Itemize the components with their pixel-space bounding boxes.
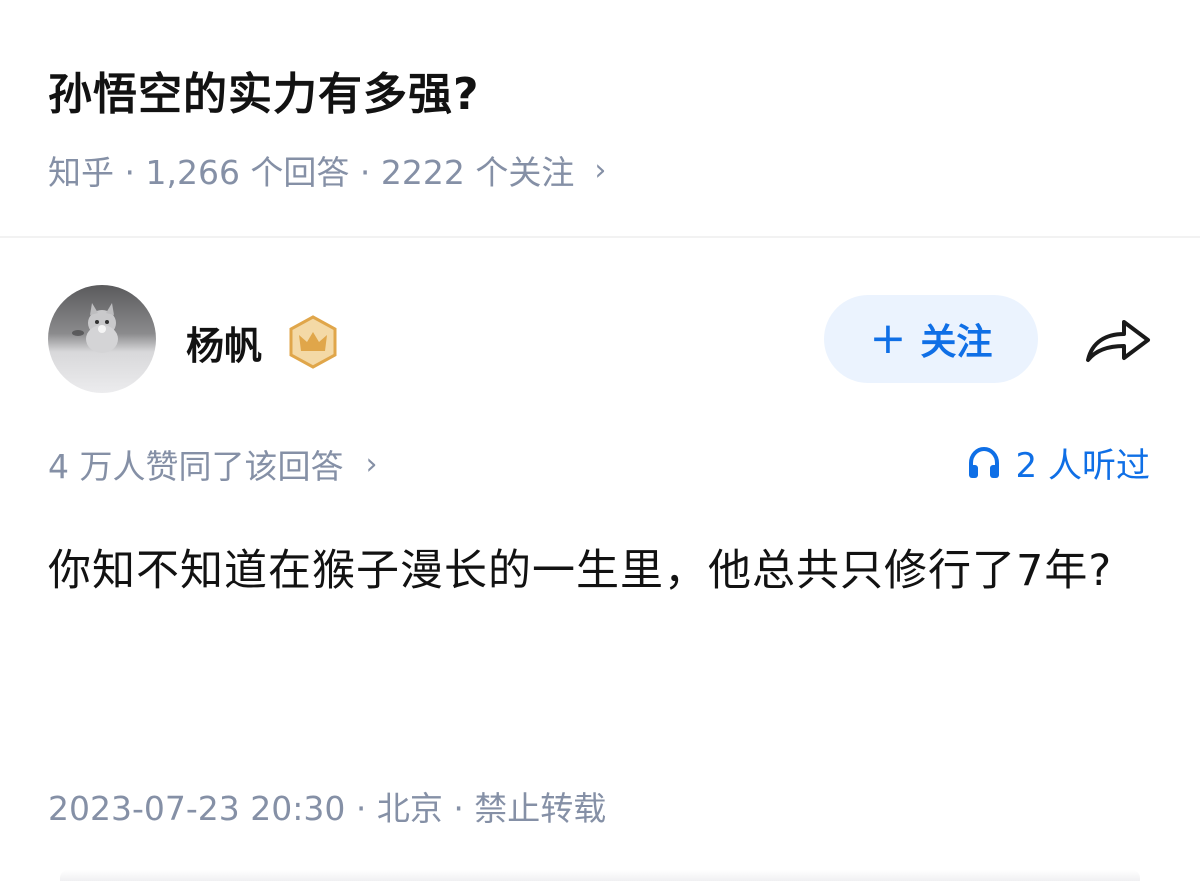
question-title[interactable]: 孙悟空的实力有多强? — [48, 58, 480, 122]
votes-link[interactable]: 4 万人赞同了该回答 › — [48, 440, 378, 488]
question-meta-text: 知乎 · 1,266 个回答 · 2222 个关注 — [48, 153, 575, 192]
author-name[interactable]: 杨帆 — [186, 315, 262, 370]
cat-avatar-image — [72, 303, 118, 353]
question-meta-link[interactable]: 知乎 · 1,266 个回答 · 2222 个关注 › — [48, 146, 606, 194]
chevron-right-icon: › — [365, 446, 378, 482]
next-card-edge — [60, 870, 1140, 881]
follow-button[interactable]: + 关注 — [824, 295, 1038, 383]
avatar[interactable] — [48, 285, 156, 393]
follow-label: 关注 — [920, 322, 993, 363]
share-arrow-icon[interactable] — [1082, 312, 1154, 368]
chevron-right-icon: › — [594, 152, 607, 188]
plus-icon: + — [869, 313, 907, 364]
votes-text: 4 万人赞同了该回答 — [48, 447, 344, 486]
crown-badge-icon — [289, 315, 337, 369]
headphones-icon — [968, 446, 999, 478]
listen-text: 2 人听过 — [1015, 446, 1150, 486]
listen-count[interactable]: 2 人听过 — [966, 438, 1150, 487]
answer-body[interactable]: 你知不知道在猴子漫长的一生里，他总共只修行了7年? — [48, 534, 1128, 609]
answer-footer: 2023-07-23 20:30 · 北京 · 禁止转载 — [48, 789, 607, 828]
divider — [0, 236, 1200, 238]
